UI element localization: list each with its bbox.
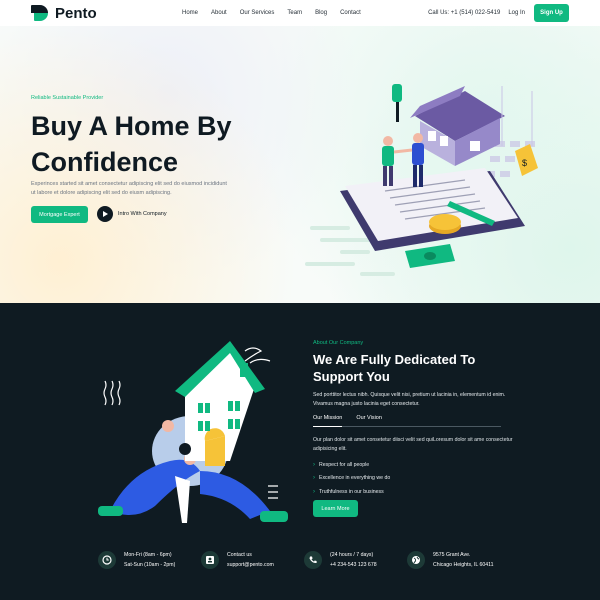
nav-item-contact[interactable]: Contact <box>340 10 361 16</box>
nav-actions: Call Us: +1 (514) 022-5419 Log In Sign U… <box>428 0 569 26</box>
about-title-line2: Support You <box>313 369 390 384</box>
hero-tagline: Reliable Sustainable Provider <box>31 95 104 101</box>
hero-description: Experinces started sit amet consectetur … <box>31 181 227 196</box>
hero-title-line2: Confidence <box>31 147 179 177</box>
contact-line: (24 hours / 7 days) <box>330 552 374 558</box>
phone-icon <box>304 551 322 569</box>
hero-section: Reliable Sustainable Provider Buy A Home… <box>0 26 600 303</box>
signup-button[interactable]: Sign Up <box>534 4 569 22</box>
chevron-right-icon: › <box>313 461 315 468</box>
learn-more-button[interactable]: Learn More <box>313 500 358 517</box>
list-item-label: Truthfulness in our business <box>319 488 384 495</box>
login-link[interactable]: Log In <box>508 10 525 16</box>
clock-icon <box>98 551 116 569</box>
nav-item-services[interactable]: Our Services <box>240 10 275 16</box>
tab-our-vision[interactable]: Our Vision <box>356 415 382 426</box>
about-description: Sed porttitor lectus nibh. Quisque velit… <box>313 392 506 407</box>
intro-label: Intro With Company <box>118 211 167 217</box>
chevron-right-icon: › <box>313 488 315 495</box>
hero-title-line1: Buy A Home By <box>31 111 232 141</box>
contact-line: Mon-Fri (8am - 6pm) <box>124 552 172 558</box>
contact-phone: (24 hours / 7 days) +4 234-543 123 678 <box>304 551 377 569</box>
value-list: › Respect for all people › Excellence in e… <box>313 458 390 499</box>
about-tag: About Our Company <box>313 340 364 346</box>
carrying-house-illustration <box>98 341 288 523</box>
tab-content-text: Our plan dolor sit amet consetetur diisc… <box>313 437 513 452</box>
list-item: › Respect for all people <box>313 458 390 472</box>
brand-logo[interactable]: Pento <box>31 4 97 22</box>
contact-phone-link[interactable]: +4 234-543 123 678 <box>330 562 377 568</box>
contact-line: Chicago Heights, IL 60411 <box>433 562 494 568</box>
contact-line: 9575 Grant Ave. <box>433 552 471 558</box>
list-item-label: Excellence in everything we do <box>319 475 391 482</box>
contact-email: Contact us support@pento.com <box>201 551 274 569</box>
logo-icon <box>31 4 51 22</box>
main-menu: Home About Our Services Team Blog Contac… <box>182 0 374 26</box>
list-item: › Excellence in everything we do <box>313 472 390 486</box>
contact-line: Sat-Sun (10am - 2pm) <box>124 562 176 568</box>
mortgage-expert-button[interactable]: Mortgage Expert <box>31 206 88 223</box>
tab-our-mission[interactable]: Our Mission <box>313 415 343 427</box>
nav-item-blog[interactable]: Blog <box>315 10 327 16</box>
nav-item-about[interactable]: About <box>211 10 227 16</box>
contact-line: Contact us <box>227 552 252 558</box>
list-item: › Truthfulness in our business <box>313 485 390 499</box>
contact-address: 9575 Grant Ave. Chicago Heights, IL 6041… <box>407 551 494 569</box>
about-title-line1: We Are Fully Dedicated To <box>313 352 476 367</box>
intro-video-link[interactable]: Intro With Company <box>97 206 167 222</box>
hero-title: Buy A Home By Confidence <box>31 108 291 180</box>
list-item-label: Respect for all people <box>319 461 370 468</box>
about-tabs: Our Mission Our Vision <box>313 415 501 427</box>
house-deal-illustration: $ <box>305 84 538 276</box>
contact-card-icon <box>201 551 219 569</box>
chevron-right-icon: › <box>313 475 315 482</box>
globe-icon <box>407 551 425 569</box>
contact-info-bar: Mon-Fri (8am - 6pm) Sat-Sun (10am - 2pm)… <box>0 551 600 579</box>
play-icon[interactable] <box>97 206 113 222</box>
about-section: About Our Company We Are Fully Dedicated… <box>0 303 600 600</box>
contact-email-link[interactable]: support@pento.com <box>227 562 274 568</box>
about-title: We Are Fully Dedicated To Support You <box>313 351 513 385</box>
svg-text:$: $ <box>522 158 527 168</box>
brand-name: Pento <box>55 4 97 22</box>
nav-item-team[interactable]: Team <box>287 10 302 16</box>
contact-hours: Mon-Fri (8am - 6pm) Sat-Sun (10am - 2pm) <box>98 551 175 569</box>
call-us-text[interactable]: Call Us: +1 (514) 022-5419 <box>428 10 500 16</box>
nav-item-home[interactable]: Home <box>182 10 198 16</box>
top-navbar: Pento Home About Our Services Team Blog … <box>0 0 600 26</box>
